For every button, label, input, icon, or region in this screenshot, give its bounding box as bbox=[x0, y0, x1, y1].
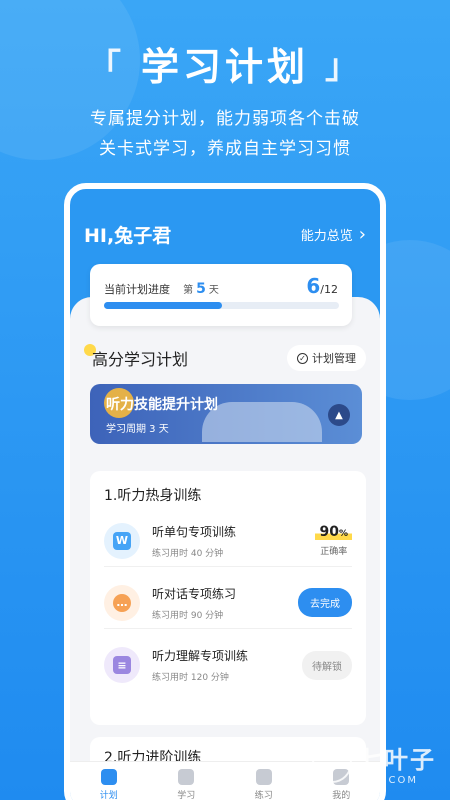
day-value: 5 bbox=[196, 281, 206, 297]
tab-practice[interactable]: 练习 bbox=[254, 768, 273, 800]
overview-label: 能力总览 bbox=[300, 229, 353, 244]
list-item[interactable]: … 听对话专项练习 练习用时 90 分钟 去完成 bbox=[104, 584, 352, 629]
chevron-up-icon[interactable]: ▲ bbox=[328, 404, 350, 426]
practice-icon bbox=[255, 768, 272, 785]
score-number: 90 bbox=[319, 524, 339, 540]
item-title: 听力理解专项训练 bbox=[152, 649, 249, 663]
plan-banner[interactable]: 听力技能提升计划 学习周期 3 天 ▲ bbox=[90, 384, 362, 444]
item-subtitle: 练习用时 120 分钟 bbox=[152, 673, 229, 683]
hero-subtitle-1: 专属提分计划，能力弱项各个击破 bbox=[90, 109, 360, 129]
list-item[interactable]: W 听单句专项训练 练习用时 40 分钟 90% 正确率 bbox=[104, 522, 352, 567]
hero-title-text: 学习计划 bbox=[140, 45, 309, 89]
progress-bar-fill bbox=[104, 302, 222, 309]
go-complete-button[interactable]: 去完成 bbox=[298, 588, 352, 617]
score-value: 90% bbox=[315, 524, 352, 540]
overview-link[interactable]: 能力总览 › bbox=[301, 224, 366, 245]
day-prefix: 第 bbox=[183, 285, 194, 296]
hero-subtitle-2: 关卡式学习，养成自主学习习惯 bbox=[99, 139, 351, 159]
progress-label: 当前计划进度 bbox=[104, 283, 170, 296]
tab-label: 计划 bbox=[99, 790, 118, 800]
watermark-name: 七叶子 bbox=[358, 746, 436, 774]
greeting: HI,兔子君 bbox=[84, 225, 172, 247]
watermark: 七叶子 7YZ.COM bbox=[312, 740, 436, 786]
score-label: 正确率 bbox=[320, 547, 348, 557]
progress-day: 第5天 bbox=[183, 281, 219, 297]
manage-plan-button[interactable]: ✓ 计划管理 bbox=[287, 345, 366, 371]
bracket-left: 「 bbox=[86, 47, 125, 87]
leaf-logo-icon bbox=[312, 743, 352, 783]
score-block: 90% 正确率 bbox=[315, 524, 352, 557]
locked-button: 待解锁 bbox=[302, 650, 352, 680]
hero-title: 「 学习计划 」 bbox=[87, 36, 363, 91]
list-title: 1.听力热身训练 bbox=[104, 488, 202, 504]
sentence-icon: W bbox=[104, 522, 140, 559]
study-icon bbox=[178, 768, 195, 785]
day-suffix: 天 bbox=[208, 285, 219, 296]
dialogue-icon: … bbox=[104, 584, 140, 621]
score-unit: % bbox=[338, 529, 348, 539]
phone-mockup: HI,兔子君 能力总览 › 当前计划进度 第5天 6/12 高分学习计划 ✓ 计… bbox=[64, 183, 386, 800]
manage-plan-label: 计划管理 bbox=[312, 352, 356, 365]
item-title: 听单句专项训练 bbox=[152, 524, 237, 539]
tab-label: 学习 bbox=[177, 790, 196, 800]
list-item[interactable]: ≡ 听力理解专项训练 练习用时 120 分钟 待解锁 bbox=[104, 647, 352, 691]
item-subtitle: 练习用时 40 分钟 bbox=[152, 548, 224, 559]
plan-icon bbox=[100, 768, 117, 785]
hero-title-wrap: 「 学习计划 」 bbox=[0, 36, 450, 91]
progress-ratio: 6/12 bbox=[306, 274, 338, 298]
item-subtitle: 练习用时 90 分钟 bbox=[152, 610, 224, 621]
banner-title: 听力技能提升计划 bbox=[106, 397, 218, 413]
plan-title-text: 高分学习计划 bbox=[92, 350, 189, 369]
progress-bar bbox=[104, 302, 339, 309]
bracket-right: 」 bbox=[325, 47, 363, 87]
progress-card: 当前计划进度 第5天 6/12 bbox=[90, 264, 352, 326]
chevron-right-icon: › bbox=[358, 224, 366, 245]
training-list-card: 1.听力热身训练 W 听单句专项训练 练习用时 40 分钟 90% 正确率 … … bbox=[90, 471, 366, 725]
document-icon: ≡ bbox=[104, 647, 140, 683]
item-title: 听对话专项练习 bbox=[152, 586, 237, 601]
tab-label: 练习 bbox=[254, 790, 273, 800]
plan-section-title: 高分学习计划 bbox=[84, 344, 189, 370]
watermark-url: 7YZ.COM bbox=[358, 775, 418, 786]
progress-current: 6 bbox=[306, 274, 321, 298]
header: HI,兔子君 能力总览 › bbox=[84, 221, 366, 248]
banner-subtitle: 学习周期 3 天 bbox=[106, 424, 169, 435]
check-circle-icon: ✓ bbox=[297, 352, 308, 364]
tab-label: 我的 bbox=[332, 790, 351, 800]
plan-section-header: 高分学习计划 ✓ 计划管理 bbox=[84, 344, 366, 371]
tab-plan[interactable]: 计划 bbox=[99, 768, 118, 800]
tab-study[interactable]: 学习 bbox=[177, 768, 196, 800]
progress-total: /12 bbox=[320, 283, 338, 296]
